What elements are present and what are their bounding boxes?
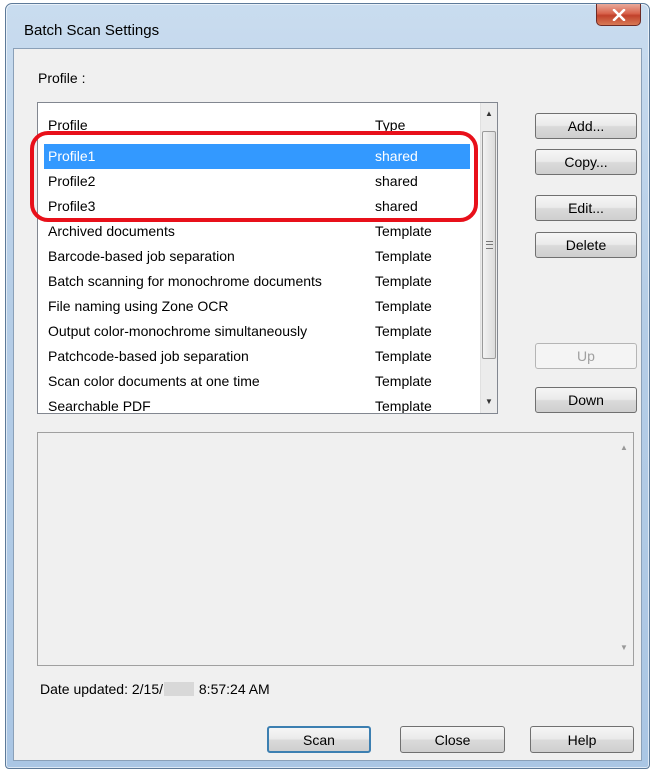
profile-type: Template	[375, 273, 432, 289]
profile-name: Barcode-based job separation	[48, 248, 235, 264]
profile-type: Template	[375, 373, 432, 389]
column-header-profile[interactable]: Profile	[48, 117, 88, 133]
scan-button-label: Scan	[303, 731, 335, 748]
date-updated-time: 8:57:24 AM	[198, 681, 270, 697]
profile-name: Profile3	[48, 198, 96, 214]
date-updated-label: Date updated:	[40, 681, 128, 697]
profile-list[interactable]: Profile Type Profile1 shared Profile2 share…	[37, 102, 498, 414]
profile-type: Template	[375, 298, 432, 314]
profile-type: shared	[375, 148, 418, 164]
edit-button-label: Edit...	[568, 200, 604, 216]
profile-name: Archived documents	[48, 223, 175, 239]
scroll-down-arrow-icon[interactable]: ▼	[481, 393, 497, 410]
profile-name: Searchable PDF	[48, 398, 151, 414]
profile-name: Batch scanning for monochrome documents	[48, 273, 322, 289]
profile-name: Scan color documents at one time	[48, 373, 260, 389]
date-updated-line: Date updated: 2/15/ 8:57:24 AM	[40, 681, 270, 697]
list-item[interactable]: Output color-monochrome simultaneously Te…	[44, 319, 470, 344]
add-button-label: Add...	[567, 118, 605, 134]
edit-button[interactable]: Edit...	[535, 195, 637, 221]
list-item[interactable]: Scan color documents at one time Template	[44, 369, 470, 394]
profile-name: Profile1	[48, 148, 96, 164]
down-button[interactable]: Down	[535, 387, 637, 413]
add-button[interactable]: Add...	[535, 113, 637, 139]
profile-name: Output color-monochrome simultaneously	[48, 323, 308, 339]
close-window-button[interactable]	[596, 4, 641, 26]
list-item[interactable]: File naming using Zone OCR Template	[44, 294, 470, 319]
list-item[interactable]: Barcode-based job separation Template	[44, 244, 470, 269]
up-button-label: Up	[577, 348, 595, 364]
list-item[interactable]: Profile1 shared	[44, 144, 470, 169]
delete-button[interactable]: Delete	[535, 232, 637, 258]
copy-button[interactable]: Copy...	[535, 149, 637, 175]
description-box[interactable]: ▲ ▼	[37, 432, 634, 666]
profile-type: shared	[375, 198, 418, 214]
profile-type: Template	[375, 398, 432, 414]
column-header-type[interactable]: Type	[375, 117, 405, 133]
desc-scroll-down-icon[interactable]: ▼	[616, 639, 632, 656]
copy-button-label: Copy...	[564, 154, 608, 170]
window-title: Batch Scan Settings	[24, 22, 160, 39]
close-button[interactable]: Close	[400, 726, 505, 753]
list-item[interactable]: Archived documents Template	[44, 219, 470, 244]
list-item[interactable]: Searchable PDF Template	[44, 394, 470, 414]
help-button-label: Help	[567, 731, 597, 748]
profile-type: shared	[375, 173, 418, 189]
profile-name: Profile2	[48, 173, 96, 189]
description-scrollbar[interactable]: ▲ ▼	[616, 433, 633, 665]
profile-type: Template	[375, 348, 432, 364]
scan-button[interactable]: Scan	[267, 726, 371, 753]
desc-scroll-up-icon[interactable]: ▲	[616, 439, 632, 456]
list-item[interactable]: Profile2 shared	[44, 169, 470, 194]
list-item[interactable]: Patchcode-based job separation Template	[44, 344, 470, 369]
profile-type: Template	[375, 248, 432, 264]
profile-label: Profile :	[38, 70, 86, 86]
profile-name: Patchcode-based job separation	[48, 348, 249, 364]
list-item[interactable]: Profile3 shared	[44, 194, 470, 219]
down-button-label: Down	[568, 392, 604, 408]
scroll-up-arrow-icon[interactable]: ▲	[481, 105, 497, 122]
delete-button-label: Delete	[565, 237, 607, 253]
scroll-thumb[interactable]	[482, 131, 496, 359]
list-item[interactable]: Batch scanning for monochrome documents T…	[44, 269, 470, 294]
help-button[interactable]: Help	[530, 726, 634, 753]
redacted-year	[164, 682, 194, 696]
profile-type: Template	[375, 323, 432, 339]
close-x-icon	[612, 8, 625, 21]
title-bar[interactable]: Batch Scan Settings	[6, 4, 649, 52]
profile-type: Template	[375, 223, 432, 239]
up-button[interactable]: Up	[535, 343, 637, 369]
list-header: Profile Type	[38, 103, 480, 135]
profile-name: File naming using Zone OCR	[48, 298, 229, 314]
list-scrollbar[interactable]: ▲ ▼	[480, 103, 497, 413]
date-updated-date: 2/15/	[131, 681, 163, 697]
grip-icon	[485, 241, 493, 249]
close-button-label: Close	[434, 731, 471, 748]
